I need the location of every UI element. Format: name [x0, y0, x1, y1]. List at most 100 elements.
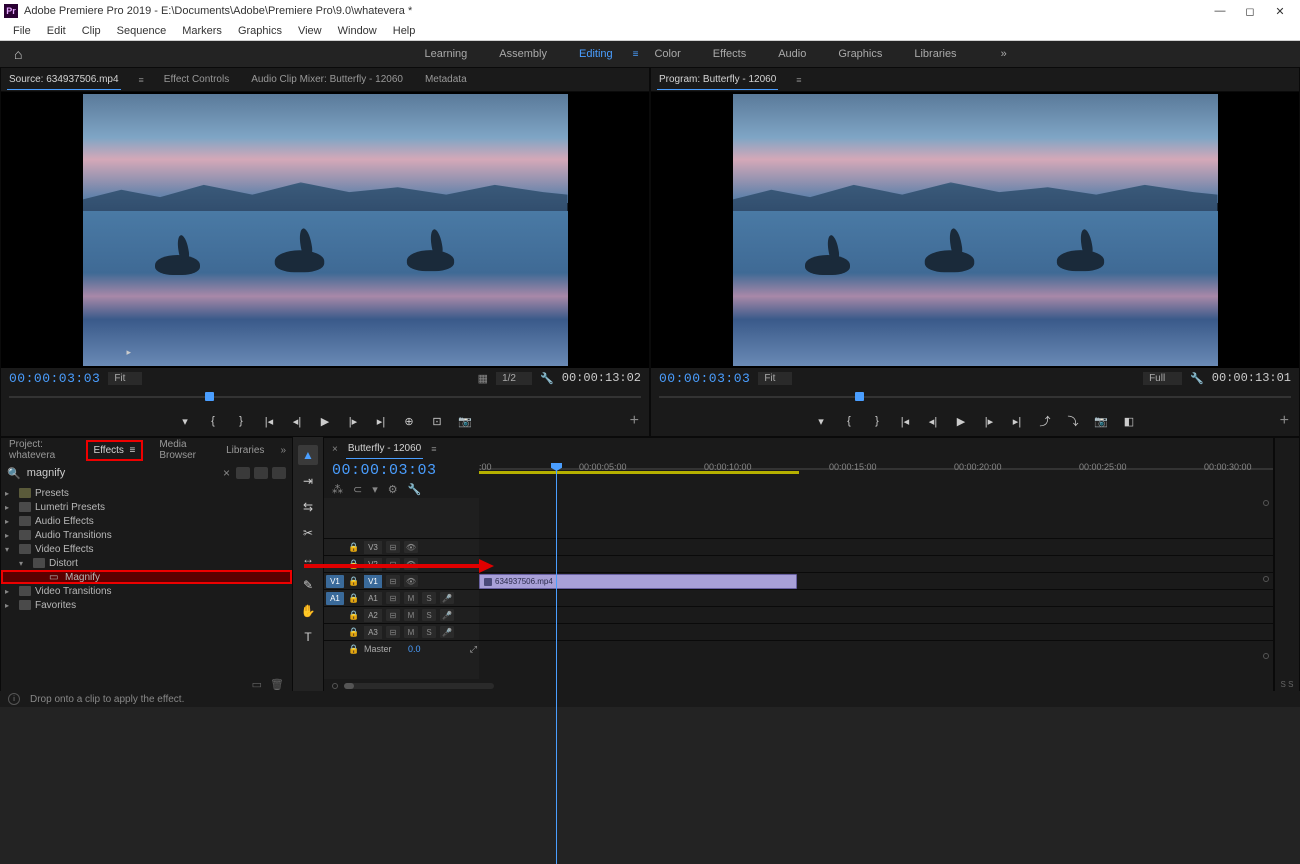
program-tab-menu-icon[interactable]: ≡: [796, 75, 801, 85]
audio-meter[interactable]: S S: [1274, 437, 1300, 694]
source-out-timecode[interactable]: 00:00:13:02: [562, 371, 641, 385]
effects-overflow-icon[interactable]: »: [280, 445, 286, 456]
sync-lock-icon[interactable]: ⊟: [386, 626, 400, 638]
tl-snap-icon[interactable]: ⁂: [332, 483, 343, 496]
tab-project[interactable]: Project: whatevera: [7, 435, 72, 465]
zoom-handle-left[interactable]: [332, 683, 338, 689]
eye-icon[interactable]: 👁: [404, 558, 418, 570]
source-zoom-select[interactable]: 1/2: [496, 372, 532, 385]
go-to-out-button[interactable]: ▸|: [373, 413, 389, 429]
tab-media-browser[interactable]: Media Browser: [157, 435, 210, 465]
program-zoom-select[interactable]: Full: [1143, 372, 1182, 385]
p-mark-out-button[interactable]: }: [869, 413, 885, 429]
effects-search-input[interactable]: [27, 467, 217, 479]
overwrite-button[interactable]: ⊡: [429, 413, 445, 429]
workspace-learning[interactable]: Learning: [408, 42, 483, 66]
p-extract-button[interactable]: ⤵: [1065, 413, 1081, 429]
video-clip[interactable]: 634937506.mp4: [479, 574, 797, 589]
timeline-tab-close-icon[interactable]: ×: [332, 444, 338, 455]
lock-icon[interactable]: 🔒: [348, 610, 360, 621]
source-tab-menu-icon[interactable]: ≡: [139, 75, 144, 85]
lane-v2[interactable]: [479, 555, 1273, 572]
track-header-a1[interactable]: A1 🔒 A1 ⊟ M S 🎤: [324, 589, 479, 606]
voice-icon[interactable]: 🎤: [440, 626, 454, 638]
lane-v3[interactable]: [479, 538, 1273, 555]
workspace-editing[interactable]: Editing: [563, 42, 629, 66]
tab-program[interactable]: Program: Butterfly - 12060: [657, 70, 778, 90]
status-info-icon[interactable]: i: [8, 693, 20, 705]
lock-icon[interactable]: 🔒: [348, 559, 360, 570]
track-header-a2[interactable]: 🔒 A2 ⊟ M S 🎤: [324, 606, 479, 623]
search-clear-icon[interactable]: ×: [223, 466, 230, 480]
source-patch[interactable]: A1: [326, 592, 344, 605]
track-header-v3[interactable]: 🔒 V3 ⊟ 👁: [324, 538, 479, 555]
lock-icon[interactable]: 🔒: [348, 644, 360, 655]
lock-icon[interactable]: 🔒: [348, 576, 360, 587]
mark-in-button[interactable]: {: [205, 413, 221, 429]
source-fit-select[interactable]: Fit: [108, 372, 142, 385]
workspace-audio[interactable]: Audio: [762, 42, 822, 66]
program-in-timecode[interactable]: 00:00:03:03: [659, 371, 750, 386]
tree-audiofx[interactable]: ▸Audio Effects: [1, 514, 292, 528]
p-export-frame-button[interactable]: 📷: [1093, 413, 1109, 429]
lock-icon[interactable]: 🔒: [348, 593, 360, 604]
lock-icon[interactable]: 🔒: [348, 627, 360, 638]
lock-icon[interactable]: 🔒: [348, 542, 360, 553]
delete-icon[interactable]: 🗑: [270, 678, 284, 691]
tree-magnify[interactable]: ▭Magnify: [1, 570, 292, 584]
scroll-mid-handle[interactable]: [1263, 576, 1269, 582]
menu-graphics[interactable]: Graphics: [231, 23, 289, 39]
track-header-v1[interactable]: V1 🔒 V1 ⊟ 👁: [324, 572, 479, 589]
razor-tool[interactable]: ✂: [298, 523, 318, 543]
scroll-top-handle[interactable]: [1263, 500, 1269, 506]
timeline-tab-menu-icon[interactable]: ≡: [431, 444, 436, 454]
workspace-libraries[interactable]: Libraries: [898, 42, 972, 66]
tree-lumetri[interactable]: ▸Lumetri Presets: [1, 500, 292, 514]
tab-metadata[interactable]: Metadata: [423, 70, 469, 89]
program-wrench-icon[interactable]: 🔧: [1190, 372, 1204, 385]
source-in-timecode[interactable]: 00:00:03:03: [9, 371, 100, 386]
source-playhead[interactable]: [205, 392, 214, 401]
mark-out-button[interactable]: }: [233, 413, 249, 429]
pen-tool[interactable]: ✎: [298, 575, 318, 595]
expand-icon[interactable]: ⤢: [470, 644, 477, 655]
home-icon[interactable]: ⌂: [8, 42, 28, 66]
p-mark-in-button[interactable]: {: [841, 413, 857, 429]
source-wrench-icon[interactable]: 🔧: [540, 372, 554, 385]
voice-icon[interactable]: 🎤: [440, 609, 454, 621]
track-label[interactable]: V2: [364, 558, 382, 571]
program-out-timecode[interactable]: 00:00:13:01: [1212, 371, 1291, 385]
p-go-to-in-button[interactable]: |◂: [897, 413, 913, 429]
sync-lock-icon[interactable]: ⊟: [386, 592, 400, 604]
menu-clip[interactable]: Clip: [75, 23, 108, 39]
program-viewport[interactable]: [651, 92, 1299, 368]
tree-presets[interactable]: ▸Presets: [1, 486, 292, 500]
tree-videofx[interactable]: ▾Video Effects: [1, 542, 292, 556]
workspace-color[interactable]: Color: [638, 42, 696, 66]
sync-lock-icon[interactable]: ⊟: [386, 609, 400, 621]
timeline-tab[interactable]: Butterfly - 12060: [346, 439, 423, 459]
source-viewport[interactable]: ▸: [1, 92, 649, 368]
menu-edit[interactable]: Edit: [40, 23, 73, 39]
track-label[interactable]: V3: [364, 541, 382, 554]
tab-source[interactable]: Source: 634937506.mp4: [7, 70, 121, 90]
master-value[interactable]: 0.0: [408, 644, 421, 654]
scroll-bottom-handle[interactable]: [1263, 653, 1269, 659]
sync-lock-icon[interactable]: ⊟: [386, 575, 400, 587]
track-header-master[interactable]: 🔒 Master 0.0 ⤢: [324, 640, 479, 657]
track-select-tool[interactable]: ⇥: [298, 471, 318, 491]
maximize-button[interactable]: ◻: [1244, 5, 1256, 17]
solo-toggle[interactable]: S: [422, 626, 436, 638]
sync-lock-icon[interactable]: ⊟: [386, 558, 400, 570]
workspace-overflow-icon[interactable]: »: [993, 44, 1015, 64]
timeline-ruler[interactable]: :00 00:00:05:00 00:00:10:00 00:00:15:00 …: [479, 460, 1273, 494]
tl-settings-icon[interactable]: ⚙: [388, 483, 398, 496]
workspace-assembly[interactable]: Assembly: [483, 42, 563, 66]
slip-tool[interactable]: ↔: [298, 549, 318, 569]
filter-yuv-icon[interactable]: [272, 467, 286, 479]
play-button[interactable]: ▶: [317, 413, 333, 429]
track-label[interactable]: V1: [364, 575, 382, 588]
menu-sequence[interactable]: Sequence: [110, 23, 174, 39]
zoom-thumb[interactable]: [344, 683, 354, 689]
lane-a2[interactable]: [479, 606, 1273, 623]
